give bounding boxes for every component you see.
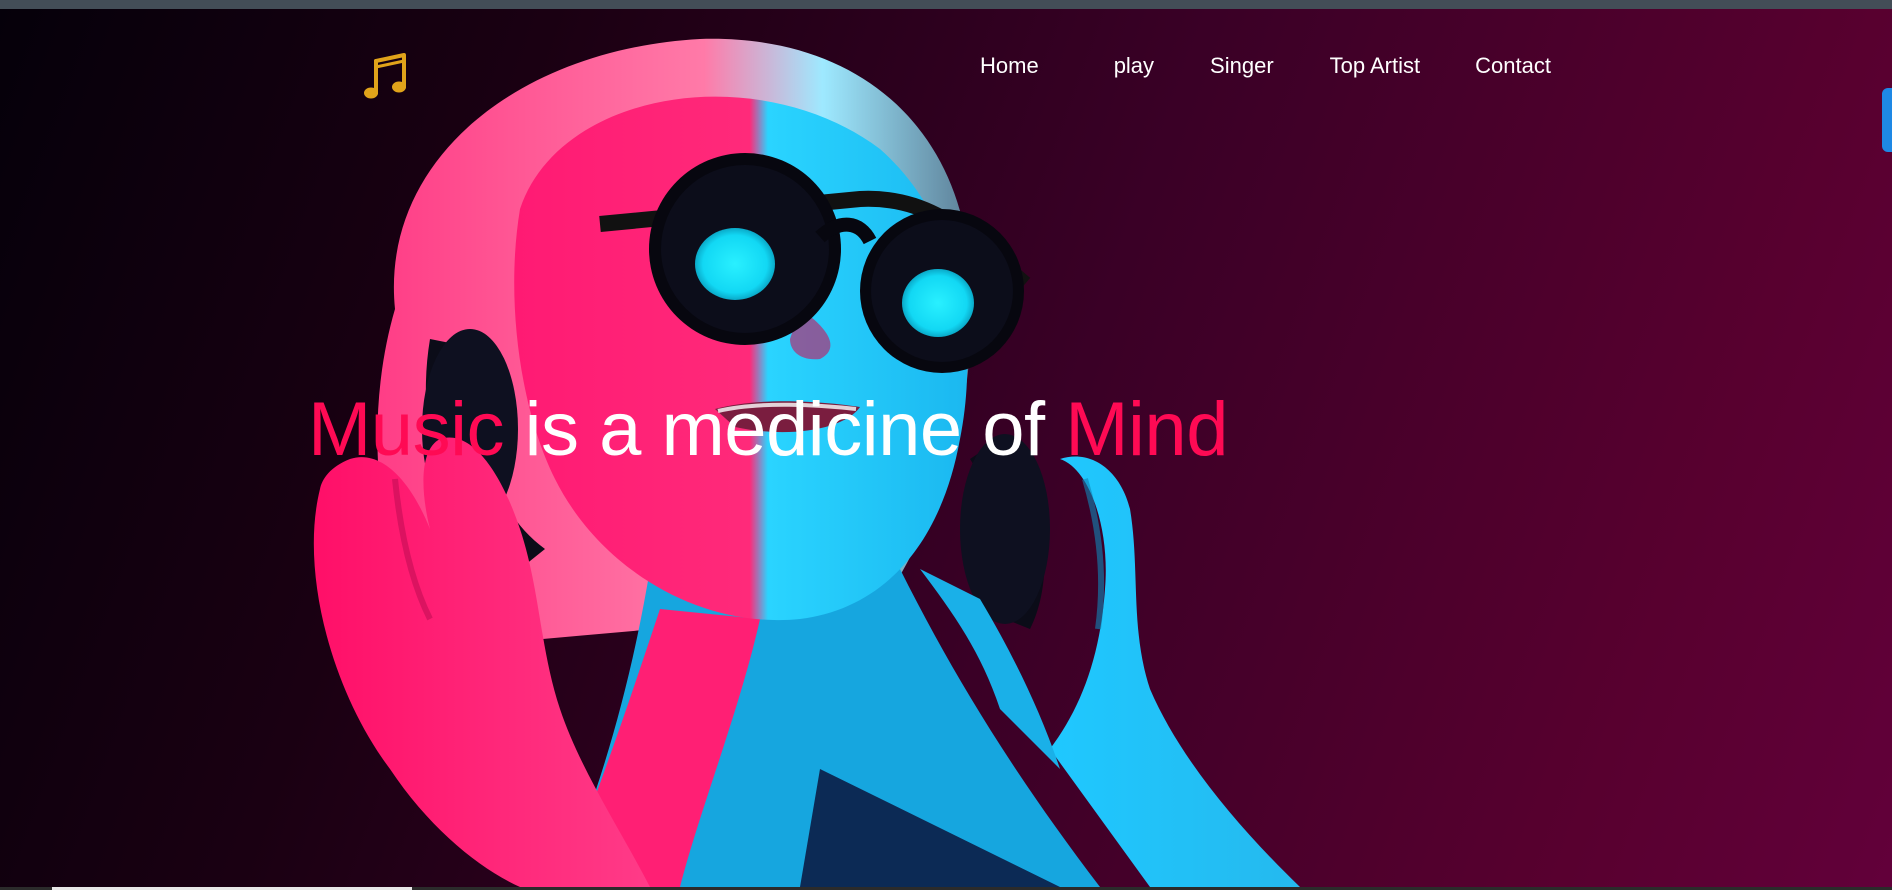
hero-headline: Music is a medicine of Mind <box>308 392 1228 468</box>
browser-top-strip <box>0 0 1892 9</box>
nav-singer-link[interactable]: Singer <box>1210 53 1274 79</box>
music-note-icon[interactable] <box>360 47 416 103</box>
headline-word-mind: Mind <box>1065 387 1228 472</box>
nav-contact-link[interactable]: Contact <box>1475 53 1551 79</box>
headline-word-music: Music <box>308 387 504 472</box>
nav-play-link[interactable]: play <box>1114 53 1154 79</box>
nav-top-artist-link[interactable]: Top Artist <box>1330 53 1420 79</box>
main-nav: Home play Singer Top Artist Contact <box>980 53 1551 79</box>
side-feedback-tab[interactable] <box>1882 88 1892 152</box>
nav-home-link[interactable]: Home <box>980 53 1039 79</box>
headline-middle-text: is a medicine of <box>503 387 1066 472</box>
hero-section: Home play Singer Top Artist Contact Musi… <box>0 9 1892 887</box>
